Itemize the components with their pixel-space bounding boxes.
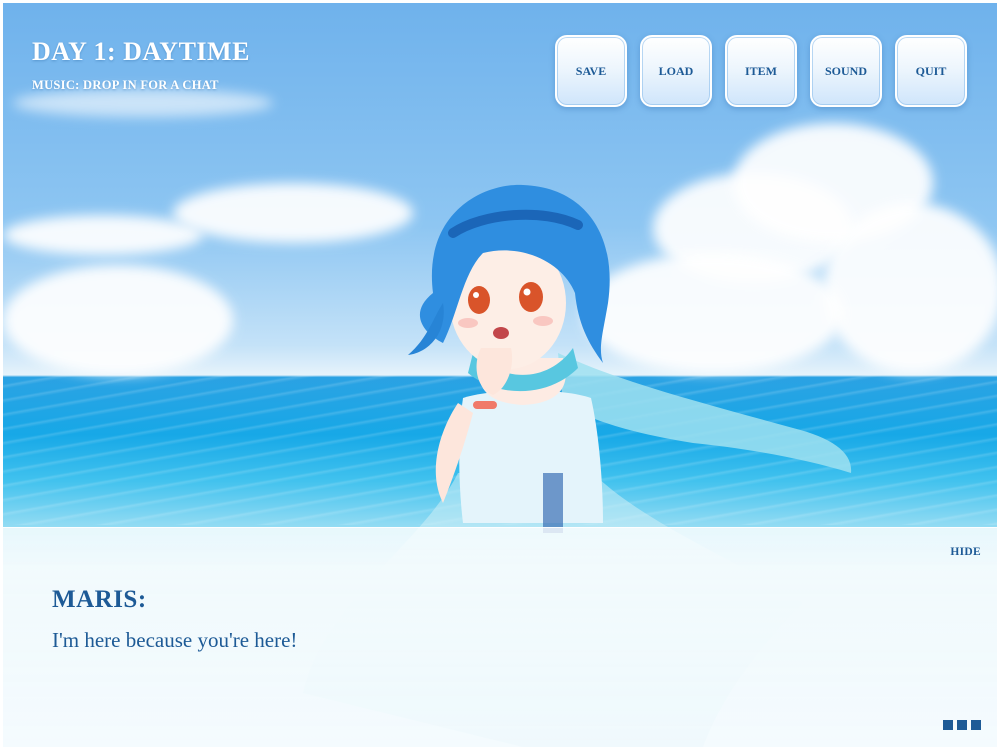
load-button[interactable]: LOAD xyxy=(640,35,712,107)
speaker-name: MARIS: xyxy=(52,586,147,614)
dot-icon xyxy=(957,720,967,730)
hide-button[interactable]: HIDE xyxy=(950,546,981,558)
dialogue-text: I'm here because you're here! xyxy=(52,628,297,653)
music-label: MUSIC: DROP IN FOR A CHAT xyxy=(32,78,219,93)
save-button[interactable]: SAVE xyxy=(555,35,627,107)
dialogue-box[interactable]: HIDE MARIS: I'm here because you're here… xyxy=(3,527,997,747)
more-dots-icon[interactable] xyxy=(943,720,981,730)
chapter-title: DAY 1: DAYTIME xyxy=(32,37,250,67)
quit-button[interactable]: QUIT xyxy=(895,35,967,107)
item-button[interactable]: ITEM xyxy=(725,35,797,107)
dot-icon xyxy=(971,720,981,730)
dot-icon xyxy=(943,720,953,730)
sound-button[interactable]: SOUND xyxy=(810,35,882,107)
game-scene[interactable]: DAY 1: DAYTIME MUSIC: DROP IN FOR A CHAT… xyxy=(3,3,997,747)
